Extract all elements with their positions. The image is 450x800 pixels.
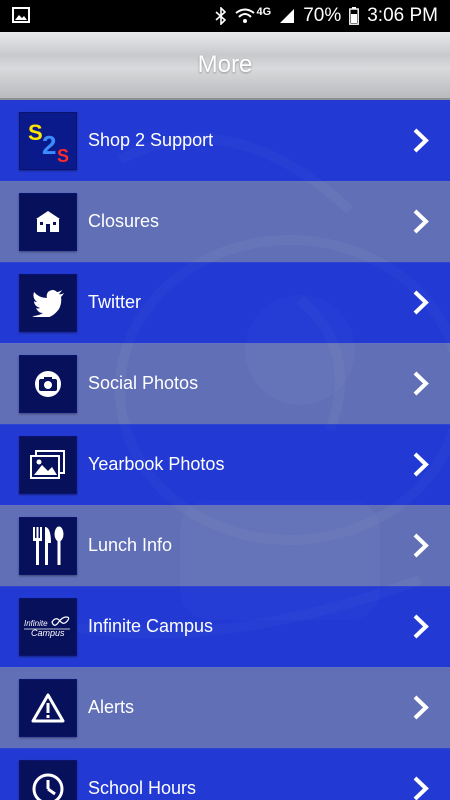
chevron-right-icon	[413, 371, 429, 396]
menu-item-label: Closures	[88, 211, 160, 231]
logo-digit-2: 2	[42, 130, 56, 160]
logo-word-campus: Campus	[31, 628, 65, 638]
network-type-label: 4G	[256, 6, 272, 18]
battery-icon	[349, 7, 360, 25]
menu-item-label: Shop 2 Support	[88, 130, 214, 150]
shop-2-support-logo-icon: S 2 S	[19, 112, 77, 170]
chevron-right-icon	[413, 695, 429, 720]
chevron-right-icon	[413, 290, 429, 315]
wifi-icon	[234, 8, 255, 23]
logo-word-infinite: Infinite	[24, 619, 48, 628]
chevron-right-icon	[413, 614, 429, 639]
menu-item-label: Alerts	[88, 697, 135, 717]
menu-item-label: School Hours	[88, 778, 197, 798]
menu-item-label: Twitter	[88, 292, 142, 312]
title-bar: More	[0, 32, 450, 100]
status-bar: 4G 70% 3:06 PM	[0, 0, 450, 32]
photo-gallery-icon	[19, 436, 77, 494]
menu-item-alerts[interactable]: Alerts	[0, 667, 450, 749]
battery-percent: 70%	[303, 5, 342, 26]
clock-icon	[19, 760, 77, 800]
logo-letter-s-bottom: S	[57, 146, 69, 166]
infinite-campus-logo-icon: Infinite Campus	[19, 598, 77, 656]
menu-item-twitter[interactable]: Twitter	[0, 262, 450, 344]
page-title: More	[197, 51, 253, 78]
signal-icon	[280, 9, 295, 23]
gallery-notification-icon	[12, 7, 30, 23]
menu-item-social-photos[interactable]: Social Photos	[0, 343, 450, 425]
fork-knife-spoon-icon	[19, 517, 77, 575]
menu-item-label: Yearbook Photos	[88, 454, 225, 474]
warning-triangle-icon	[19, 679, 77, 737]
chevron-right-icon	[413, 776, 429, 800]
menu-item-school-hours[interactable]: School Hours	[0, 748, 450, 800]
menu-item-label: Infinite Campus	[88, 616, 214, 636]
clock-time: 3:06 PM	[367, 5, 438, 26]
chevron-right-icon	[413, 209, 429, 234]
menu-item-yearbook-photos[interactable]: Yearbook Photos	[0, 424, 450, 506]
chevron-right-icon	[413, 533, 429, 558]
logo-letter-s-top: S	[28, 120, 43, 145]
twitter-bird-icon	[19, 274, 77, 332]
camera-icon	[19, 355, 77, 413]
bluetooth-icon	[214, 7, 226, 25]
chevron-right-icon	[413, 128, 429, 153]
chevron-right-icon	[413, 452, 429, 477]
menu-item-shop-2-support[interactable]: S 2 S Shop 2 Support	[0, 100, 450, 182]
menu-item-closures[interactable]: Closures	[0, 181, 450, 263]
menu-item-label: Lunch Info	[88, 535, 173, 555]
menu-item-infinite-campus[interactable]: Infinite Campus Infinite Campus	[0, 586, 450, 668]
menu-list[interactable]: S 2 S Shop 2 Support Closures Twitter So…	[0, 100, 450, 800]
school-building-icon	[19, 193, 77, 251]
menu-item-lunch-info[interactable]: Lunch Info	[0, 505, 450, 587]
menu-item-label: Social Photos	[88, 373, 199, 393]
